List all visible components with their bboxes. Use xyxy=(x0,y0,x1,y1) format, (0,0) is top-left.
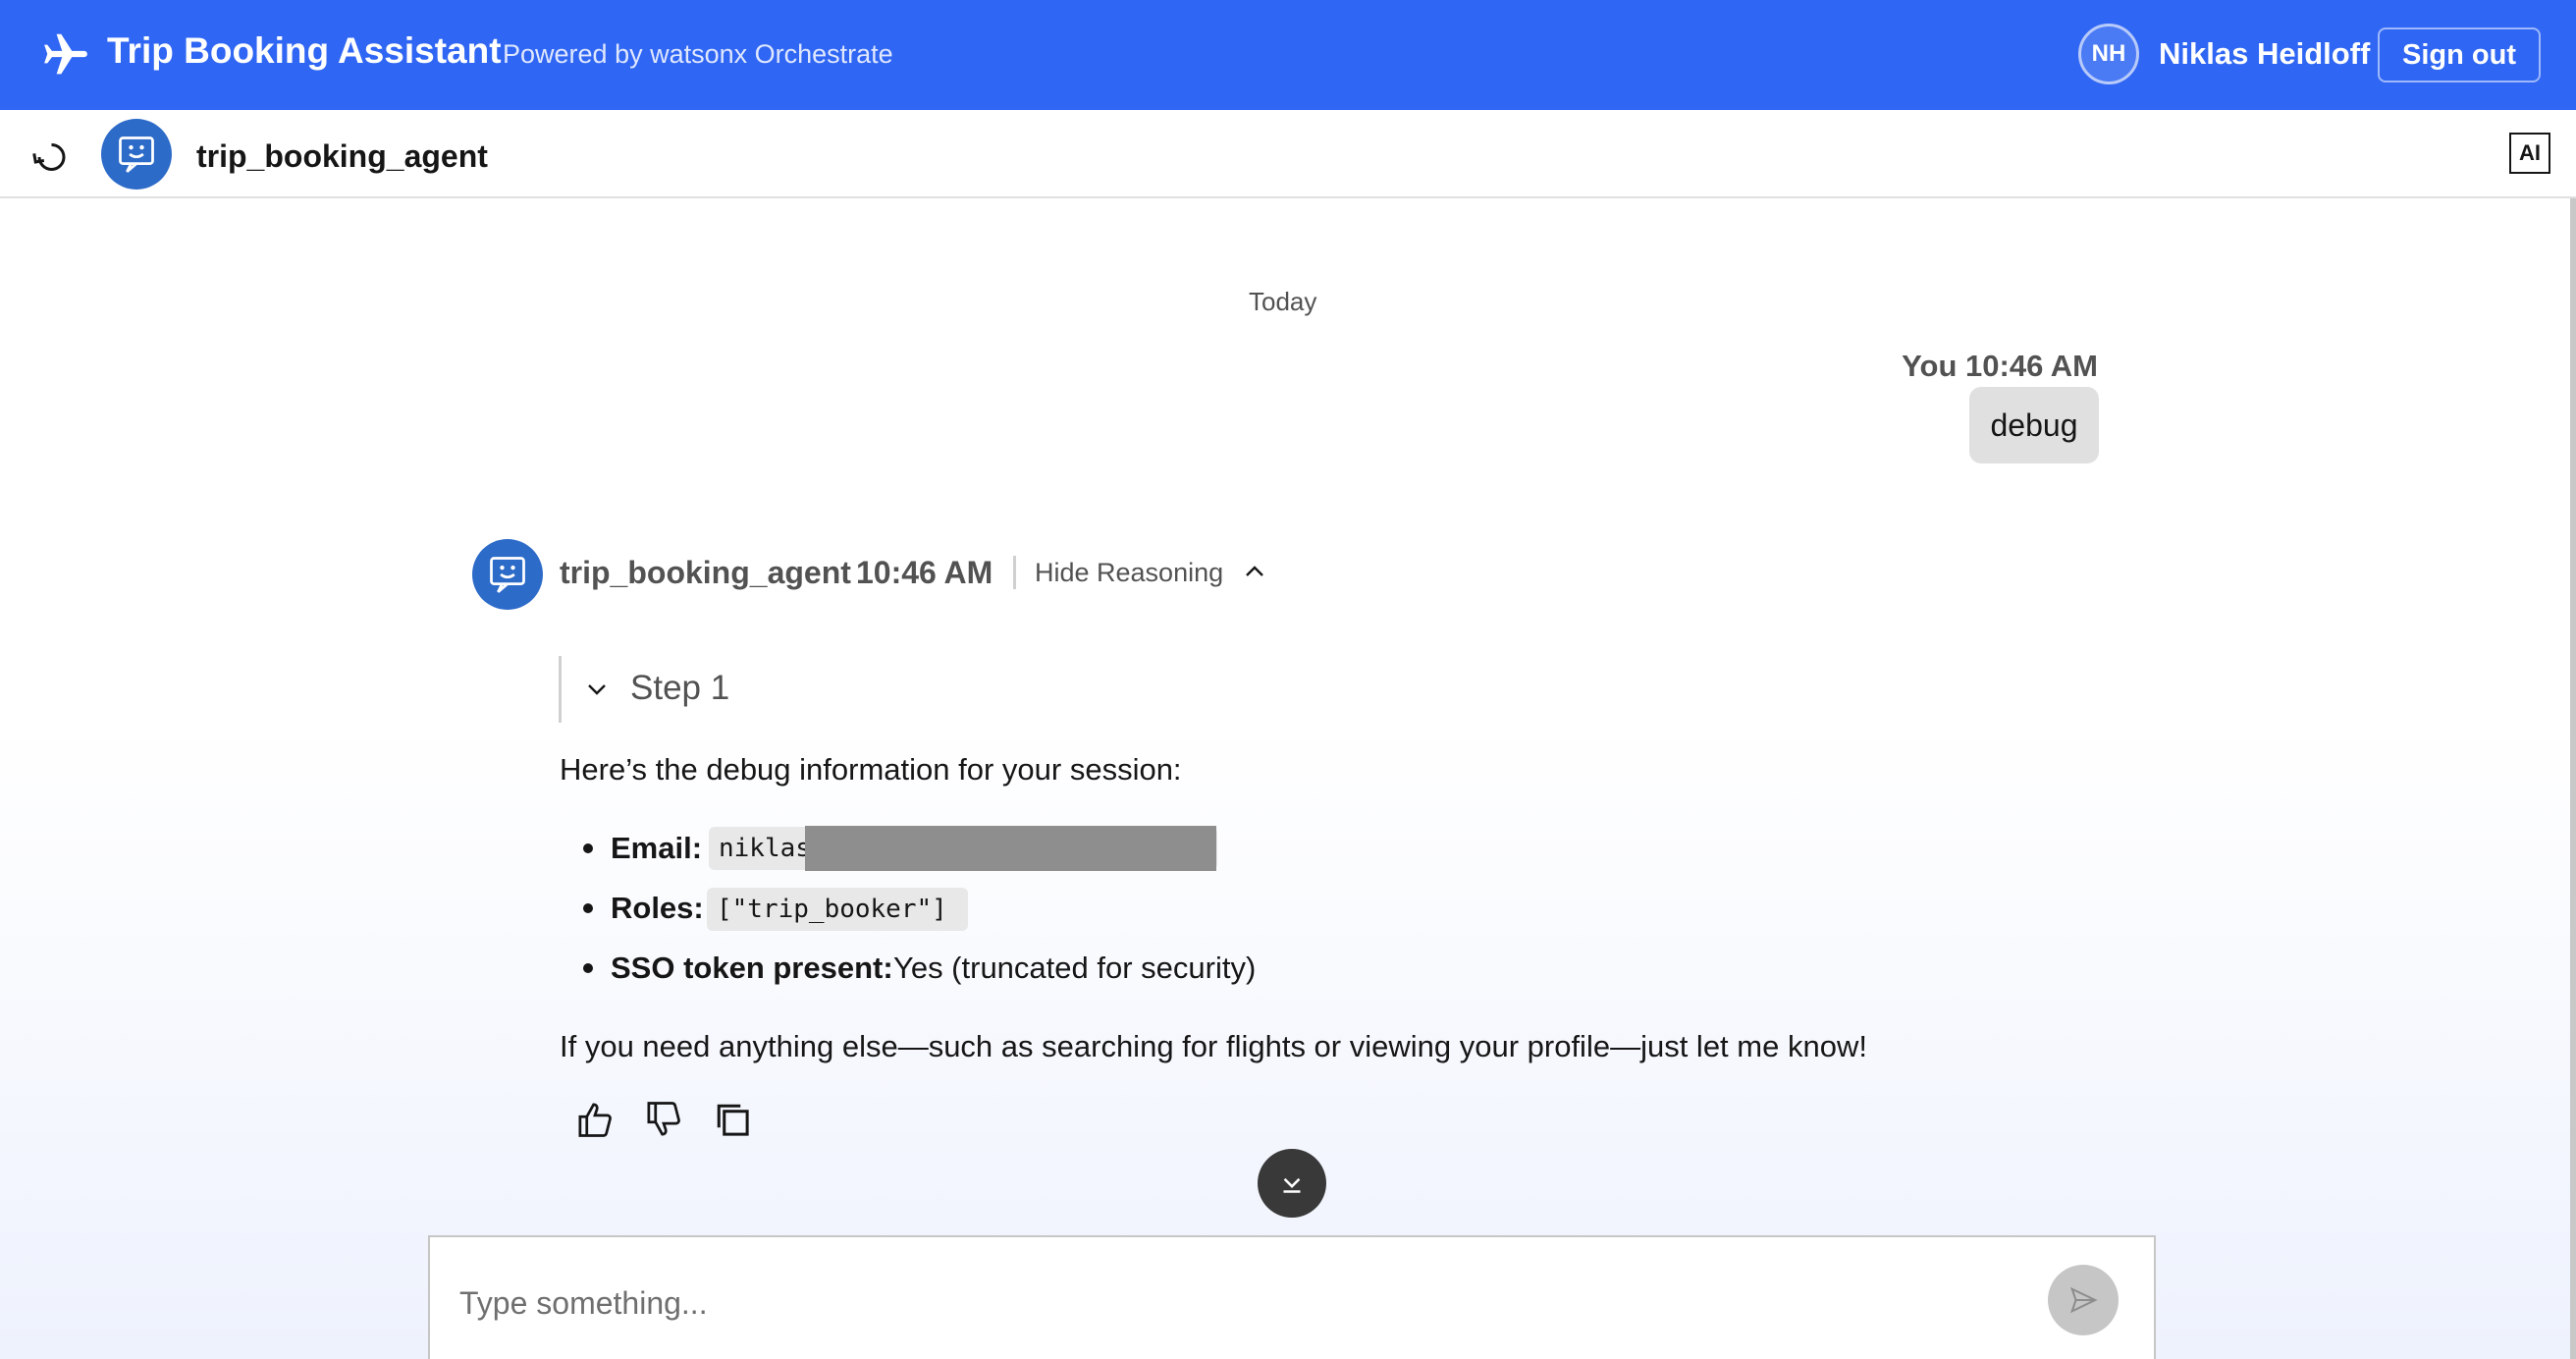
roles-label: Roles: xyxy=(611,891,704,925)
roles-value: ["trip_booker"] xyxy=(707,888,968,931)
copy-icon[interactable] xyxy=(711,1098,754,1141)
agent-header: trip_booking_agent AI xyxy=(0,110,2576,198)
user-message-bubble: debug xyxy=(1969,387,2099,463)
ai-badge[interactable]: AI xyxy=(2509,133,2550,174)
chevron-down-icon[interactable] xyxy=(581,674,613,705)
hide-reasoning-toggle[interactable]: Hide Reasoning xyxy=(1035,558,1223,588)
agent-avatar xyxy=(101,119,172,190)
agent-message-time: 10:46 AM xyxy=(856,555,993,590)
date-divider: Today xyxy=(1249,287,1317,316)
agent-message-closing: If you need anything else—such as search… xyxy=(560,1029,1867,1063)
email-label: Email: xyxy=(611,831,703,865)
powered-by-text: Powered by watsonx Orchestrate xyxy=(503,39,893,69)
thumbs-down-icon[interactable] xyxy=(642,1098,685,1141)
user-message-header: You 10:46 AM xyxy=(1902,349,2098,384)
redaction-block xyxy=(805,826,1216,871)
message-input[interactable] xyxy=(459,1278,1932,1328)
message-composer xyxy=(428,1235,2156,1359)
chat-bot-icon xyxy=(119,136,154,173)
reasoning-step[interactable]: Step 1 xyxy=(630,669,729,708)
agent-message-avatar xyxy=(472,539,543,610)
user-name: Niklas Heidloff xyxy=(2159,36,2371,71)
sign-out-button[interactable]: Sign out xyxy=(2378,27,2541,82)
agent-message-intro: Here’s the debug information for your se… xyxy=(560,752,1182,787)
chevron-up-icon[interactable] xyxy=(1239,556,1270,587)
reasoning-rail xyxy=(559,656,562,723)
user-message-time: 10:46 AM xyxy=(1965,349,2098,383)
user-message-author: You xyxy=(1902,349,1958,383)
restart-icon[interactable] xyxy=(29,137,69,177)
thumbs-up-icon[interactable] xyxy=(573,1098,617,1141)
scroll-down-icon xyxy=(1283,1177,1301,1193)
agent-name: trip_booking_agent xyxy=(196,138,488,174)
bullet xyxy=(583,963,593,973)
send-button[interactable] xyxy=(2048,1265,2119,1335)
sso-label: SSO token present: xyxy=(611,951,893,985)
user-avatar[interactable]: NH xyxy=(2078,24,2139,84)
agent-message-author: trip_booking_agent xyxy=(560,555,851,590)
bullet xyxy=(583,843,593,853)
divider xyxy=(1013,556,1016,589)
app-header: Trip Booking Assistant Powered by watson… xyxy=(0,0,2576,110)
airplane-icon xyxy=(44,33,87,75)
bullet xyxy=(583,903,593,913)
scrollbar[interactable] xyxy=(2570,198,2576,1359)
chat-bot-icon xyxy=(490,557,525,593)
send-icon xyxy=(2070,1286,2098,1314)
sso-value: Yes (truncated for security) xyxy=(893,951,1257,985)
scroll-to-bottom-button[interactable] xyxy=(1258,1149,1326,1218)
app-title: Trip Booking Assistant xyxy=(107,30,502,71)
